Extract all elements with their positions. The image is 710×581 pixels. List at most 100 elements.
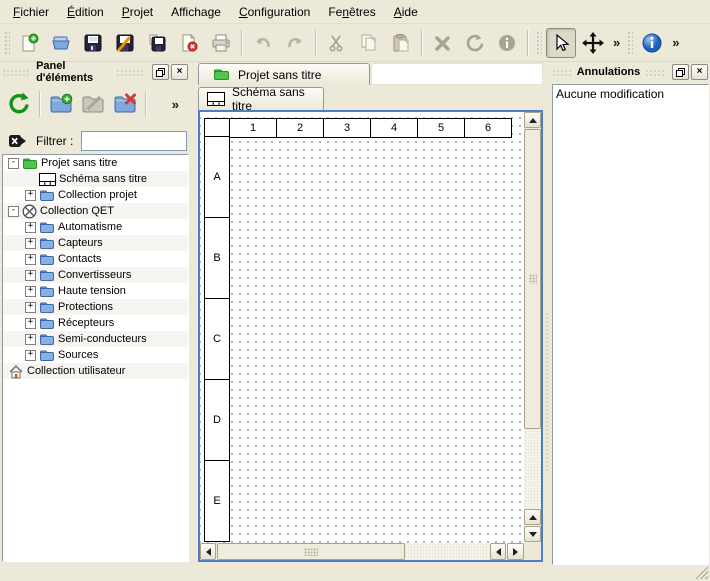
tree-item-sources[interactable]: +Sources <box>3 347 188 363</box>
column-label: 5 <box>417 118 465 138</box>
toolbar-overflow-button[interactable]: » <box>610 35 623 50</box>
tree-item-collection-utilisateur[interactable]: Collection utilisateur <box>3 363 188 379</box>
clear-filter-button[interactable] <box>8 132 28 150</box>
elements-tree: -Projet sans titre Schéma sans titre +Co… <box>2 154 189 562</box>
menu-fenetres[interactable]: Fenêtres <box>319 2 384 22</box>
scroll-left-button-2[interactable] <box>490 543 506 560</box>
folder-icon <box>39 333 55 346</box>
horizontal-scrollbar[interactable] <box>200 543 524 560</box>
float-icon <box>156 68 165 77</box>
expand-toggle[interactable]: + <box>25 238 36 249</box>
toolbar-separator <box>315 30 317 56</box>
toolbar-drag-handle[interactable] <box>536 31 542 55</box>
tree-item-protections[interactable]: +Protections <box>3 299 188 315</box>
undo-panel-titlebar[interactable]: Annulations × <box>552 62 708 82</box>
close-panel-button[interactable]: × <box>171 64 188 80</box>
close-panel-button[interactable]: × <box>691 64 708 80</box>
float-panel-button[interactable] <box>672 64 689 80</box>
scroll-left-button[interactable] <box>200 543 216 560</box>
expand-toggle[interactable]: + <box>25 318 36 329</box>
redo-button <box>280 28 310 58</box>
reload-collections-button[interactable] <box>4 89 34 119</box>
open-document-button[interactable] <box>46 28 76 58</box>
folder-icon <box>39 189 55 202</box>
tabbar-empty-area <box>371 63 543 85</box>
float-panel-button[interactable] <box>152 64 169 80</box>
panel-splitter[interactable] <box>543 62 550 562</box>
tree-item-automatisme[interactable]: +Automatisme <box>3 219 188 235</box>
expand-toggle[interactable]: + <box>25 350 36 361</box>
tab-schema-sans-titre[interactable]: Schéma sans titre <box>198 87 324 110</box>
collapse-toggle[interactable]: - <box>8 158 19 169</box>
toolbar-drag-handle[interactable] <box>627 31 633 55</box>
diagram-canvas[interactable]: 1 2 3 4 5 6 A B C D E <box>200 112 524 543</box>
scroll-right-button[interactable] <box>507 543 524 560</box>
horizontal-scroll-thumb[interactable] <box>217 543 405 560</box>
panel-toolbar-overflow-button[interactable]: » <box>169 97 182 112</box>
row-label: D <box>204 379 230 461</box>
toolbar-drag-handle[interactable] <box>4 31 10 55</box>
tree-item-schema-sans-titre[interactable]: Schéma sans titre <box>3 171 188 187</box>
copy-icon <box>358 32 380 54</box>
paste-icon <box>390 32 412 54</box>
about-button[interactable] <box>637 28 667 58</box>
save-as-button[interactable] <box>110 28 140 58</box>
filter-input[interactable] <box>81 131 187 151</box>
diagram-view[interactable]: 1 2 3 4 5 6 A B C D E <box>198 110 543 562</box>
undo-list-item[interactable]: Aucune modification <box>553 85 708 102</box>
cursor-icon <box>550 32 572 54</box>
expand-toggle[interactable]: + <box>25 302 36 313</box>
scroll-up-button-2[interactable] <box>524 509 541 525</box>
row-label: C <box>204 298 230 380</box>
project-tabbar: Projet sans titre <box>198 62 543 85</box>
tree-item-haute-tension[interactable]: +Haute tension <box>3 283 188 299</box>
qet-collection-icon <box>22 204 37 219</box>
tree-item-convertisseurs[interactable]: +Convertisseurs <box>3 267 188 283</box>
titlebar-grip <box>116 69 144 76</box>
tab-projet-sans-titre[interactable]: Projet sans titre <box>198 63 370 85</box>
delete-category-button[interactable] <box>110 89 140 119</box>
elements-panel: Panel d'éléments × » Filtrer : -Projet s… <box>0 62 190 581</box>
expand-toggle[interactable]: + <box>25 270 36 281</box>
menu-edition[interactable]: Édition <box>58 2 113 22</box>
collapse-toggle[interactable]: - <box>8 206 19 217</box>
close-document-button[interactable] <box>174 28 204 58</box>
move-mode-button[interactable] <box>578 28 608 58</box>
tree-item-contacts[interactable]: +Contacts <box>3 251 188 267</box>
menu-configuration[interactable]: Configuration <box>230 2 319 22</box>
clear-filter-icon <box>8 132 28 150</box>
new-category-button[interactable] <box>46 89 76 119</box>
save-all-button[interactable] <box>142 28 172 58</box>
new-document-button[interactable] <box>14 28 44 58</box>
menu-affichage[interactable]: Affichage <box>162 2 230 22</box>
tree-item-projet-sans-titre[interactable]: -Projet sans titre <box>3 155 188 171</box>
menu-fichier[interactable]: Fichier <box>4 2 58 22</box>
select-mode-button[interactable] <box>546 28 576 58</box>
expand-toggle[interactable]: + <box>25 190 36 201</box>
tree-item-capteurs[interactable]: +Capteurs <box>3 235 188 251</box>
scroll-up-button[interactable] <box>524 112 541 128</box>
tree-item-collection-projet[interactable]: +Collection projet <box>3 187 188 203</box>
tree-item-label: Récepteurs <box>58 317 114 329</box>
arrow-down-icon <box>529 532 537 537</box>
titlebar-grip <box>645 69 665 76</box>
vertical-scroll-thumb[interactable] <box>524 129 541 429</box>
print-button[interactable] <box>206 28 236 58</box>
expand-toggle[interactable]: + <box>25 222 36 233</box>
cut-icon <box>326 32 348 54</box>
folder-icon <box>39 285 55 298</box>
tree-item-recepteurs[interactable]: + Récepteurs <box>3 315 188 331</box>
expand-toggle[interactable]: + <box>25 254 36 265</box>
tree-item-collection-qet[interactable]: -Collection QET <box>3 203 188 219</box>
toolbar-separator <box>39 91 41 117</box>
vertical-scrollbar[interactable] <box>524 112 541 543</box>
menu-projet[interactable]: Projet <box>113 2 162 22</box>
tree-item-semi-conducteurs[interactable]: +Semi-conducteurs <box>3 331 188 347</box>
save-button[interactable] <box>78 28 108 58</box>
elements-panel-titlebar[interactable]: Panel d'éléments × <box>2 62 188 82</box>
expand-toggle[interactable]: + <box>25 286 36 297</box>
expand-toggle[interactable]: + <box>25 334 36 345</box>
menu-aide[interactable]: Aide <box>385 2 427 22</box>
toolbar-overflow-button[interactable]: » <box>669 35 682 50</box>
scroll-down-button[interactable] <box>524 526 541 542</box>
